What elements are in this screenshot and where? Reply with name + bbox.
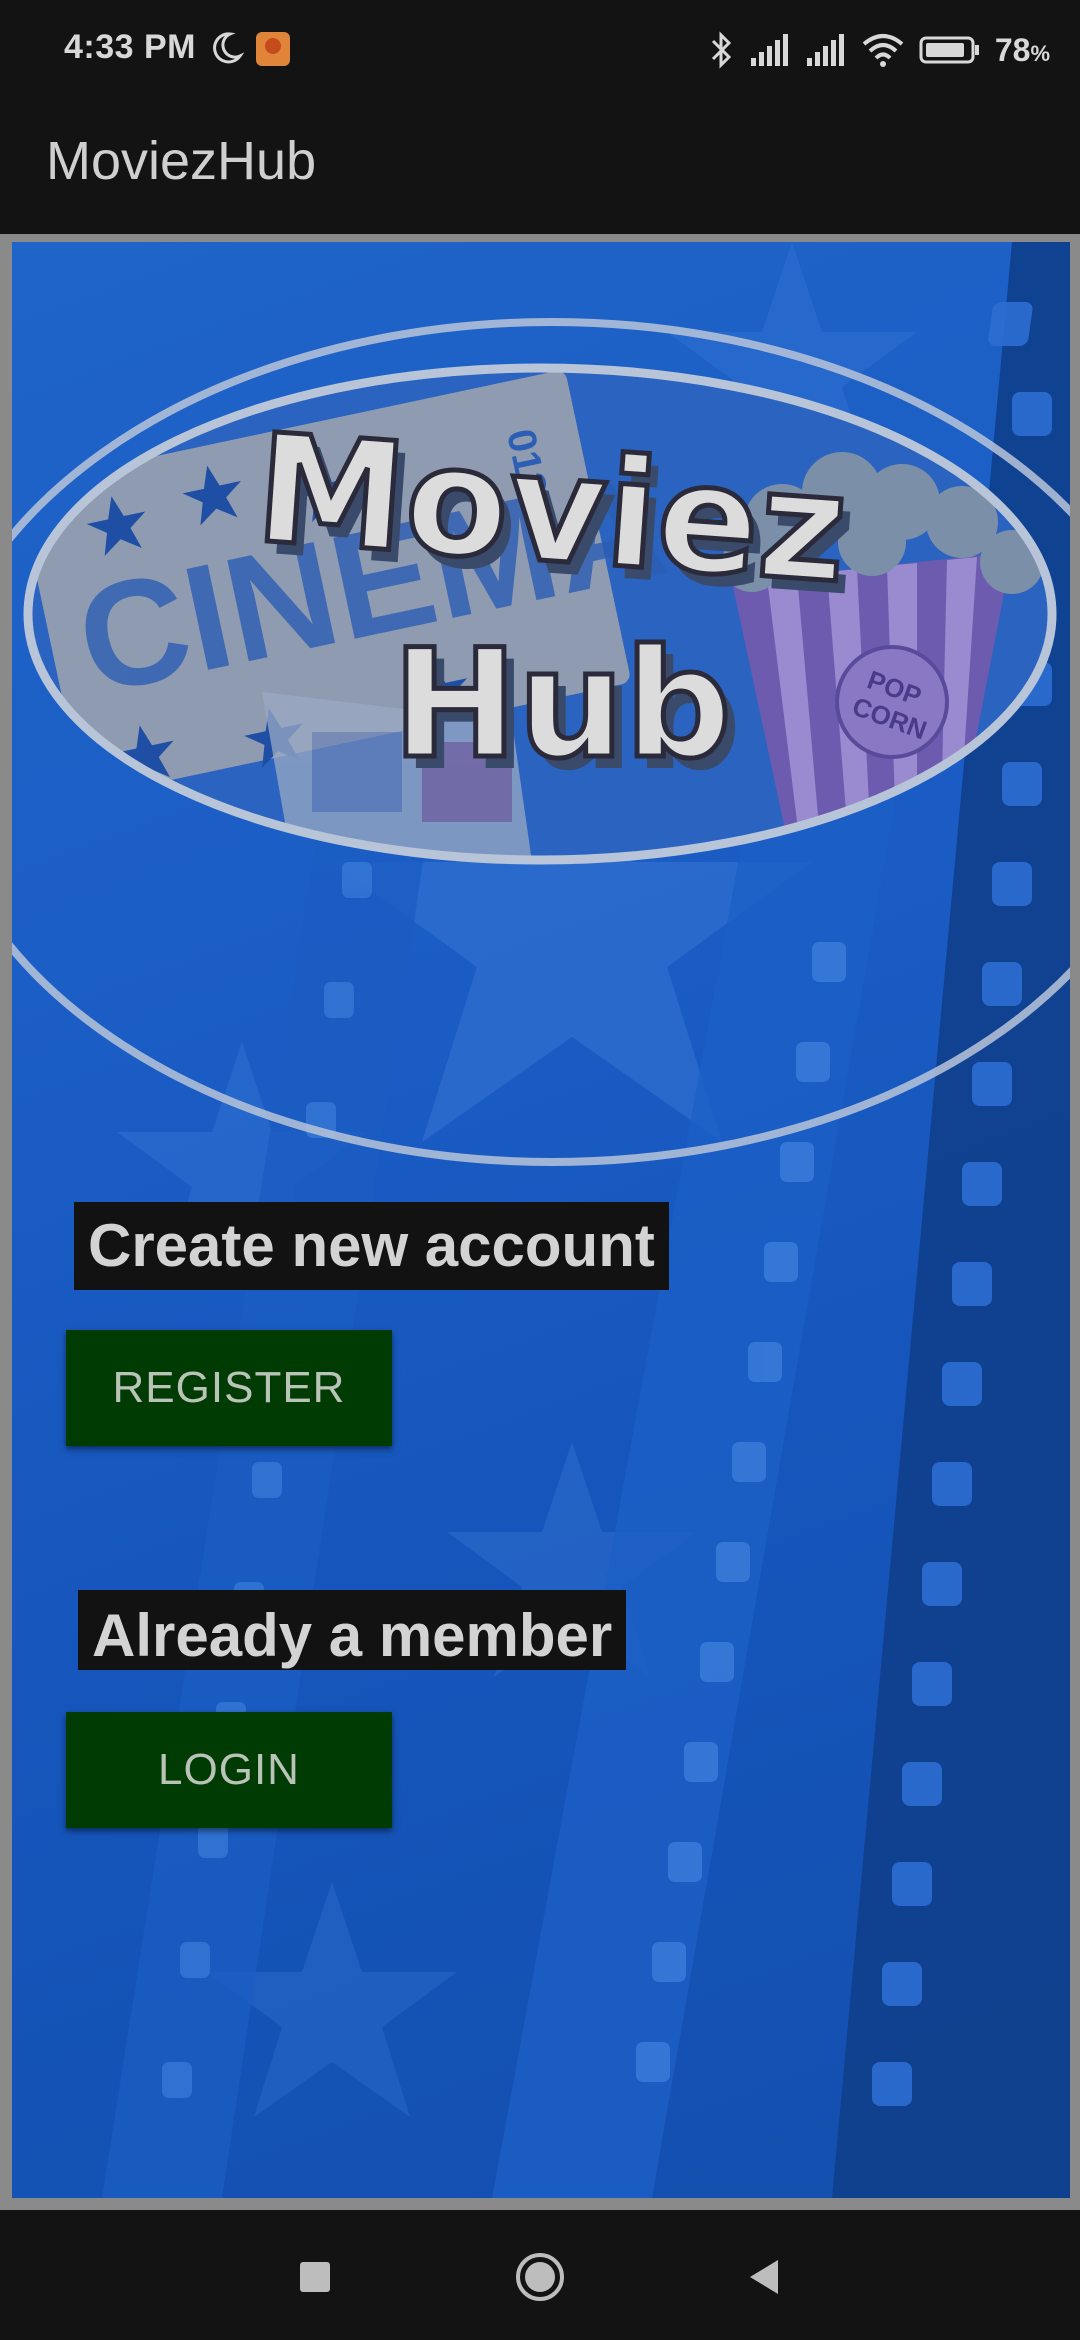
app-notification-icon — [256, 32, 290, 66]
wifi-icon — [862, 34, 904, 67]
main-content: CINEMA 01234 POP CORN Moviez Moviez Hub … — [0, 234, 1080, 2234]
logo-title-bottom: Hub — [392, 618, 732, 792]
status-time: 4:33 PM — [64, 28, 196, 66]
back-icon[interactable] — [738, 2250, 792, 2304]
status-icons: 78% — [709, 26, 1050, 74]
moon-icon — [213, 32, 244, 64]
battery-icon — [919, 36, 979, 64]
signal-icon — [750, 34, 788, 66]
moviezhub-logo: CINEMA 01234 POP CORN Moviez Moviez Hub … — [23, 363, 1057, 865]
home-icon[interactable] — [513, 2250, 567, 2304]
app-bar: MoviezHub — [0, 100, 1080, 234]
status-bar: 4:33 PM 78% — [0, 0, 1080, 100]
navigation-bar — [0, 2210, 1080, 2340]
app-title: MoviezHub — [46, 131, 317, 191]
battery-percent: 78% — [994, 31, 1050, 68]
bluetooth-icon — [711, 31, 731, 69]
register-button[interactable]: REGISTER — [66, 1330, 392, 1446]
login-button[interactable]: LOGIN — [66, 1712, 392, 1828]
create-account-label: Create new account — [74, 1202, 669, 1290]
signal-icon — [806, 34, 844, 66]
already-member-label: Already a member — [78, 1590, 627, 1670]
recents-icon[interactable] — [288, 2250, 342, 2304]
